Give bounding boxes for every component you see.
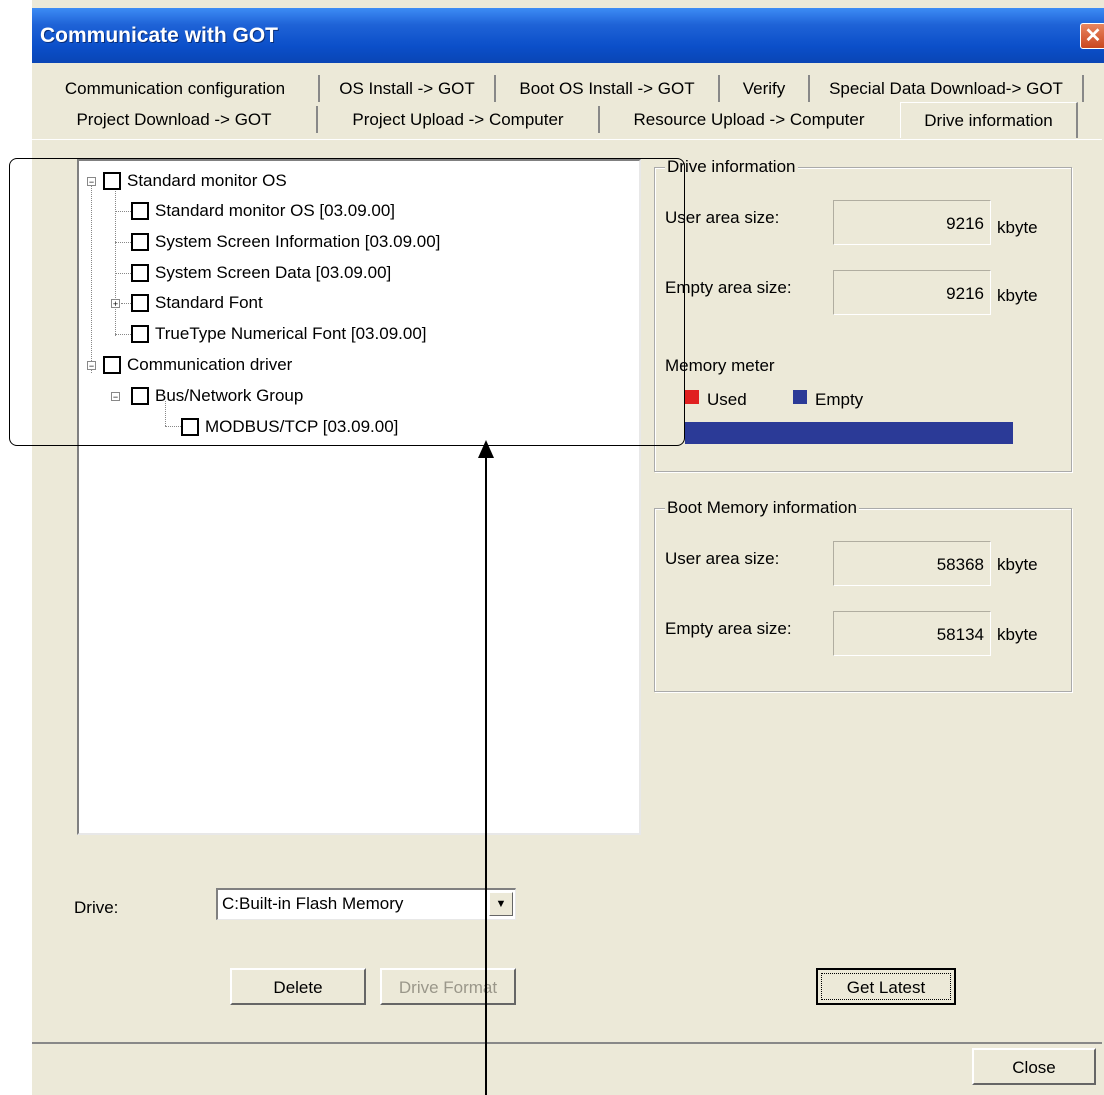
boot-empty-area-value: 58134 xyxy=(833,611,991,656)
boot-empty-area-label: Empty area size: xyxy=(665,619,792,638)
empty-area-value: 9216 xyxy=(833,270,991,315)
empty-legend-label: Empty xyxy=(815,390,864,409)
drive-select[interactable]: C:Built-in Flash Memory ▼ xyxy=(216,888,516,920)
meter-empty-fill xyxy=(685,422,1013,444)
tab-os-install[interactable]: OS Install -> GOT xyxy=(318,75,494,102)
drive-information-group: Drive information User area size: 9216 k… xyxy=(654,157,1072,472)
unit-label: kbyte xyxy=(997,218,1038,237)
tab-project-upload[interactable]: Project Upload -> Computer xyxy=(316,106,598,133)
drive-label: Drive: xyxy=(74,898,119,917)
empty-color-swatch xyxy=(793,390,807,404)
window-title: Communicate with GOT xyxy=(40,24,279,47)
tab-row-1: Communication configuration OS Install -… xyxy=(32,75,1104,103)
callout-arrow-icon xyxy=(478,440,494,1095)
boot-user-area-label: User area size: xyxy=(665,549,780,568)
tab-project-download[interactable]: Project Download -> GOT xyxy=(32,106,316,133)
drive-select-value: C:Built-in Flash Memory xyxy=(222,894,404,913)
tab-row-2: Project Download -> GOT Project Upload -… xyxy=(32,102,1104,138)
tab-resource-upload[interactable]: Resource Upload -> Computer xyxy=(598,106,898,133)
tab-verify[interactable]: Verify xyxy=(718,75,808,102)
unit-label: kbyte xyxy=(997,286,1038,305)
tab-drive-information[interactable]: Drive information xyxy=(900,102,1078,138)
get-latest-button[interactable]: Get Latest xyxy=(816,968,956,1005)
unit-label: kbyte xyxy=(997,555,1038,574)
boot-memory-legend: Boot Memory information xyxy=(665,498,859,518)
boot-user-area-value: 58368 xyxy=(833,541,991,586)
boot-memory-information-group: Boot Memory information User area size: … xyxy=(654,498,1072,692)
tab-special-data-download[interactable]: Special Data Download-> GOT xyxy=(808,75,1084,102)
delete-button[interactable]: Delete xyxy=(230,968,366,1005)
user-area-value: 9216 xyxy=(833,200,991,245)
used-legend-label: Used xyxy=(707,390,747,409)
used-color-swatch xyxy=(685,390,699,404)
title-bar: Communicate with GOT ✕ xyxy=(32,8,1104,63)
close-button[interactable]: Close xyxy=(972,1048,1096,1085)
close-window-icon[interactable]: ✕ xyxy=(1080,23,1104,49)
unit-label: kbyte xyxy=(997,625,1038,644)
callout-highlight-box xyxy=(9,158,685,446)
tab-boot-os-install[interactable]: Boot OS Install -> GOT xyxy=(494,75,718,102)
tab-communication-configuration[interactable]: Communication configuration xyxy=(32,75,318,102)
memory-meter-bar xyxy=(685,422,1013,444)
